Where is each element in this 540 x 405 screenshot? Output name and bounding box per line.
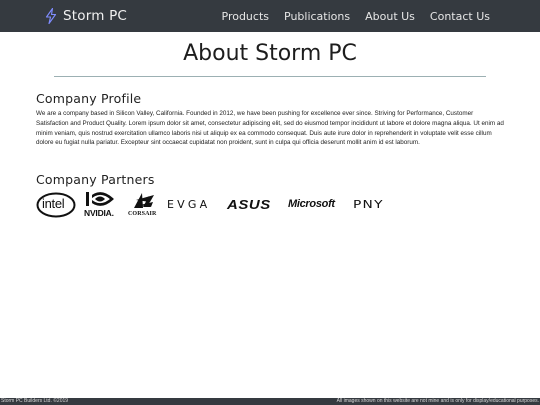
microsoft-logo-text: Microsoft [288, 198, 335, 210]
microsoft-logo: Microsoft [288, 198, 346, 213]
page-title: About Storm PC [183, 41, 357, 66]
evga-logo: EVGA [167, 198, 217, 212]
pny-logo-text: PNY [353, 198, 384, 211]
footer: Storm PC Builders Ltd. ©2019 All images … [0, 398, 540, 405]
nav-link-publications[interactable]: Publications [284, 10, 350, 23]
title-divider [54, 76, 486, 77]
corsair-sails-icon [134, 193, 154, 208]
lightning-bolt-icon [45, 8, 57, 24]
corsair-logo: CORSAIR [128, 190, 164, 220]
company-profile-heading: Company Profile [36, 91, 142, 106]
intel-logo: intel [36, 192, 76, 218]
nav-link-about-us[interactable]: About Us [365, 10, 415, 23]
asus-logo: ASUS [227, 197, 277, 212]
nav-links: Products Publications About Us Contact U… [222, 0, 491, 32]
evga-logo-text: EVGA [167, 198, 211, 211]
navbar: Storm PC Products Publications About Us … [0, 0, 540, 32]
nav-link-contact-us[interactable]: Contact Us [430, 10, 490, 23]
company-profile-text: We are a company based in Silicon Valley… [36, 110, 504, 147]
nav-link-products[interactable]: Products [222, 10, 270, 23]
company-partners-heading: Company Partners [36, 172, 155, 187]
intel-logo-text: intel [42, 196, 65, 211]
nvidia-logo: NVIDIA. [83, 190, 121, 218]
asus-logo-text: ASUS [227, 197, 271, 212]
nvidia-eye-icon [86, 191, 114, 206]
pny-logo: PNY [353, 198, 397, 212]
nvidia-logo-text: NVIDIA. [84, 208, 114, 218]
corsair-logo-text: CORSAIR [128, 211, 157, 217]
brand-link[interactable]: Storm PC [45, 5, 127, 27]
partner-logos: intel NVIDIA. CORSAIR EVGA ASUS Microsof… [36, 190, 436, 220]
brand-name: Storm PC [63, 8, 128, 24]
footer-copyright: Storm PC Builders Ltd. ©2019 [1, 398, 69, 404]
footer-disclaimer: All images shown on this website are not… [336, 398, 539, 404]
